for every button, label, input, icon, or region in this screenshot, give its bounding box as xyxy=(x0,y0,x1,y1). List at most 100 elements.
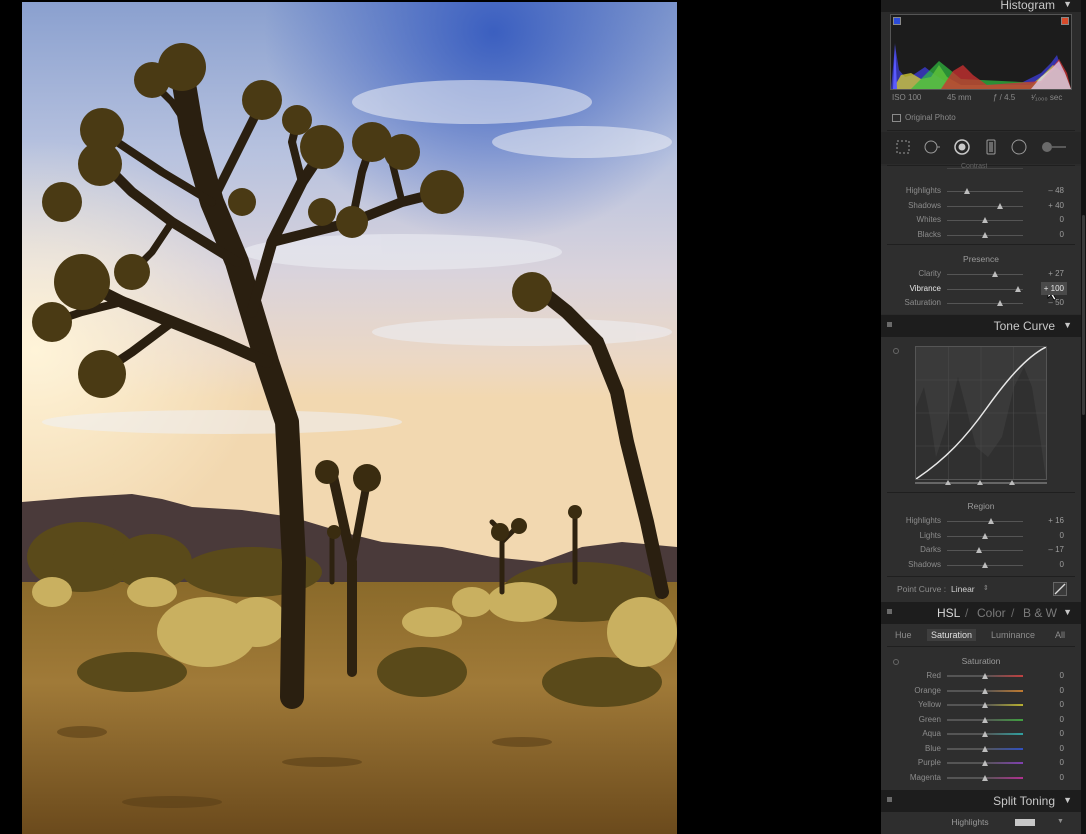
hsl-tab-hue[interactable]: Hue xyxy=(895,630,912,640)
slider-row-lights[interactable]: Lights 0 xyxy=(881,529,1081,543)
clarity-slider-handle[interactable] xyxy=(991,271,998,277)
slider-row-magenta[interactable]: Magenta 0 xyxy=(881,771,1081,785)
orange-value[interactable]: 0 xyxy=(1060,686,1064,695)
panel-switch-icon[interactable] xyxy=(887,322,892,327)
point-curve-select[interactable]: Linear xyxy=(951,584,975,594)
hsl-tab-all[interactable]: All xyxy=(1055,630,1065,640)
saturation-slider-handle[interactable] xyxy=(997,300,1004,306)
hsl-header[interactable]: HSL / Color / B & W ▼ xyxy=(881,602,1081,624)
slider-row-clarity[interactable]: Clarity + 27 xyxy=(881,267,1081,281)
whites-value[interactable]: 0 xyxy=(1060,215,1064,224)
panel-scrollbar-thumb[interactable] xyxy=(1082,215,1085,415)
red-eye-icon[interactable] xyxy=(954,139,970,155)
slider-row-shadows[interactable]: Shadows 0 xyxy=(881,558,1081,572)
shadows-slider-handle[interactable] xyxy=(997,202,1004,209)
graduated-filter-icon[interactable] xyxy=(983,139,999,155)
target-adjust-icon[interactable] xyxy=(893,348,899,354)
shadows-value[interactable]: + 40 xyxy=(1048,201,1064,210)
vibrance-value[interactable]: + 100 xyxy=(1044,284,1064,293)
slider-row-whites[interactable]: Whites 0 xyxy=(881,213,1081,227)
highlights-value[interactable]: – 48 xyxy=(1048,186,1064,195)
collapse-triangle-icon[interactable]: ▼ xyxy=(1063,607,1072,617)
clarity-value[interactable]: + 27 xyxy=(1048,269,1064,278)
slider-row-blacks[interactable]: Blacks 0 xyxy=(881,228,1081,242)
point-curve-dropdown-icon[interactable]: ⇕ xyxy=(983,584,989,592)
collapse-triangle-icon[interactable]: ▼ xyxy=(1063,795,1072,805)
slider-row-shadows[interactable]: Shadows + 40 xyxy=(881,199,1081,213)
slider-row-darks[interactable]: Darks – 17 xyxy=(881,543,1081,557)
adjustment-brush-icon[interactable] xyxy=(1041,139,1067,155)
aqua-value[interactable]: 0 xyxy=(1060,729,1064,738)
photo-preview[interactable] xyxy=(22,2,677,834)
slider-row-highlights[interactable]: Highlights – 48 xyxy=(881,184,1081,198)
highlights-slider-track[interactable] xyxy=(947,191,1023,192)
green-slider-handle[interactable] xyxy=(982,716,988,723)
shadows-value[interactable]: 0 xyxy=(1060,560,1064,569)
crop-overlay-icon[interactable] xyxy=(895,139,911,155)
darks-slider-track[interactable] xyxy=(947,550,1023,551)
lights-slider-handle[interactable] xyxy=(982,532,988,539)
blacks-value[interactable]: 0 xyxy=(1060,230,1064,239)
saturation-slider-track[interactable] xyxy=(947,303,1023,304)
slider-row-yellow[interactable]: Yellow 0 xyxy=(881,698,1081,712)
slider-row-red[interactable]: Red 0 xyxy=(881,669,1081,683)
highlight-clipping-icon[interactable] xyxy=(1061,17,1069,25)
shadows-slider-handle[interactable] xyxy=(982,561,988,568)
orange-slider-handle[interactable] xyxy=(982,687,988,694)
lights-value[interactable]: 0 xyxy=(1060,531,1064,540)
panel-switch-icon[interactable] xyxy=(887,797,892,802)
tone-curve-header[interactable]: Tone Curve ▼ xyxy=(881,315,1081,337)
vibrance-slider-handle[interactable] xyxy=(1014,285,1021,292)
swatch-dropdown-icon[interactable]: ▼ xyxy=(1057,818,1064,825)
red-value[interactable]: 0 xyxy=(1060,671,1064,680)
blacks-slider-handle[interactable] xyxy=(982,231,988,238)
green-value[interactable]: 0 xyxy=(1060,715,1064,724)
slider-row-purple[interactable]: Purple 0 xyxy=(881,756,1081,770)
clarity-slider-track[interactable] xyxy=(947,274,1023,275)
whites-slider-handle[interactable] xyxy=(982,217,988,223)
slider-row-aqua[interactable]: Aqua 0 xyxy=(881,727,1081,741)
blue-slider-handle[interactable] xyxy=(982,745,988,752)
magenta-slider-handle[interactable] xyxy=(982,774,988,781)
original-photo-checkbox[interactable] xyxy=(892,114,901,122)
purple-slider-handle[interactable] xyxy=(982,760,988,766)
collapse-triangle-icon[interactable]: ▼ xyxy=(1063,320,1072,330)
highlights-slider-handle[interactable] xyxy=(963,188,970,194)
highlights-slider-track[interactable] xyxy=(947,521,1023,522)
blue-value[interactable]: 0 xyxy=(1060,744,1064,753)
purple-value[interactable]: 0 xyxy=(1060,758,1064,767)
edit-point-curve-icon[interactable] xyxy=(1053,582,1067,596)
slider-row-vibrance[interactable]: Vibrance + 100 xyxy=(881,281,1081,296)
highlights-color-swatch[interactable] xyxy=(1015,819,1035,826)
darks-value[interactable]: – 17 xyxy=(1048,545,1064,554)
yellow-slider-handle[interactable] xyxy=(982,702,988,708)
magenta-value[interactable]: 0 xyxy=(1060,773,1064,782)
histogram-graph[interactable] xyxy=(890,14,1072,90)
split-point-midtones-handle[interactable] xyxy=(977,480,983,485)
split-point-highlights-handle[interactable] xyxy=(1009,480,1015,485)
red-slider-handle[interactable] xyxy=(982,673,988,679)
slider-row-orange[interactable]: Orange 0 xyxy=(881,684,1081,698)
split-toning-header[interactable]: Split Toning ▼ xyxy=(881,790,1081,812)
histogram-header[interactable]: Histogram ▼ xyxy=(881,0,1081,12)
saturation-value[interactable]: – 50 xyxy=(1048,298,1064,307)
color-tab-title[interactable]: Color xyxy=(977,606,1006,620)
slider-row-saturation[interactable]: Saturation – 50 xyxy=(881,296,1081,310)
highlights-slider-handle[interactable] xyxy=(988,518,995,524)
slider-row-highlights[interactable]: Highlights + 16 xyxy=(881,514,1081,528)
shadows-slider-track[interactable] xyxy=(947,205,1023,207)
bw-tab-title[interactable]: B & W xyxy=(1023,606,1057,620)
split-point-shadows-handle[interactable] xyxy=(945,480,951,485)
vibrance-slider-track[interactable] xyxy=(947,288,1023,290)
panel-scrollbar[interactable] xyxy=(1081,0,1086,834)
darks-slider-handle[interactable] xyxy=(975,547,982,553)
shadow-clipping-icon[interactable] xyxy=(893,17,901,25)
slider-row-blue[interactable]: Blue 0 xyxy=(881,742,1081,756)
hsl-tab-title[interactable]: HSL xyxy=(937,606,960,620)
tone-curve-graph[interactable] xyxy=(915,346,1047,480)
highlights-value[interactable]: + 16 xyxy=(1048,516,1064,525)
panel-switch-icon[interactable] xyxy=(887,609,892,614)
aqua-slider-handle[interactable] xyxy=(982,731,988,737)
radial-filter-icon[interactable] xyxy=(1011,139,1027,155)
yellow-value[interactable]: 0 xyxy=(1060,700,1064,709)
